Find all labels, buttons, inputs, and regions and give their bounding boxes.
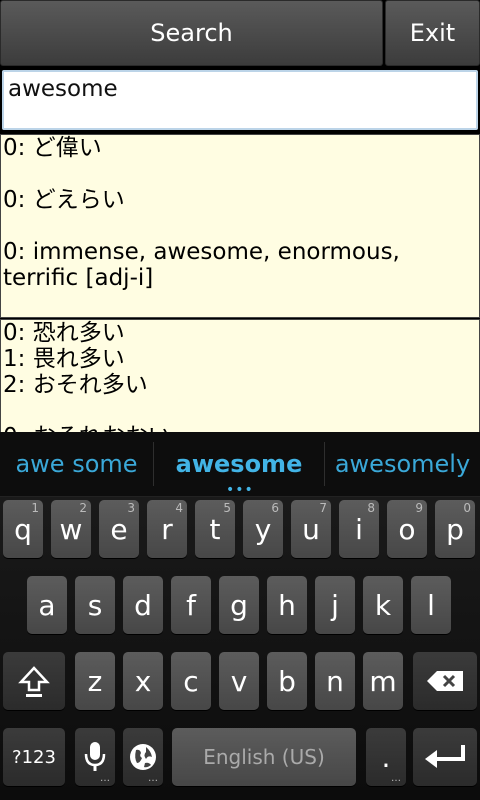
key-j[interactable]: j bbox=[315, 576, 355, 634]
exit-button-label: Exit bbox=[409, 19, 456, 47]
key-r[interactable]: 4r bbox=[147, 500, 187, 558]
key-w[interactable]: 2w bbox=[51, 500, 91, 558]
spacebar[interactable]: English (US) bbox=[172, 728, 356, 786]
key-e[interactable]: 3e bbox=[99, 500, 139, 558]
key-f[interactable]: f bbox=[171, 576, 211, 634]
key-u[interactable]: 7u bbox=[291, 500, 331, 558]
result-card[interactable]: 0: 恐れ多い 1: 畏れ多い 2: おそれ多い 0: おそれおおい bbox=[0, 319, 480, 434]
period-key[interactable]: . … bbox=[366, 728, 406, 786]
symbols-key[interactable]: ?123 bbox=[3, 728, 65, 786]
suggestion-item[interactable]: awe some bbox=[0, 432, 153, 496]
result-line: 0: ど偉い bbox=[3, 135, 102, 161]
key-n[interactable]: n bbox=[315, 652, 355, 710]
result-line: 0: どえらい bbox=[3, 187, 125, 213]
more-suggestions-icon: ••• bbox=[226, 482, 254, 498]
key-o[interactable]: 9o bbox=[387, 500, 427, 558]
result-line: 2: おそれ多い bbox=[3, 372, 148, 398]
search-bar: awesome bbox=[0, 66, 480, 134]
key-a[interactable]: a bbox=[27, 576, 67, 634]
key-m[interactable]: m bbox=[363, 652, 403, 710]
exit-button[interactable]: Exit bbox=[385, 0, 480, 66]
backspace-icon bbox=[427, 671, 463, 691]
key-t[interactable]: 5t bbox=[195, 500, 235, 558]
result-line: 0: 恐れ多い bbox=[3, 320, 125, 346]
key-i[interactable]: 8i bbox=[339, 500, 379, 558]
key-z[interactable]: z bbox=[75, 652, 115, 710]
language-key[interactable]: … bbox=[123, 728, 163, 786]
key-k[interactable]: k bbox=[363, 576, 403, 634]
enter-key[interactable] bbox=[413, 728, 477, 786]
enter-icon bbox=[425, 745, 465, 768]
suggestion-bar: awe some awesome awesomely ••• bbox=[0, 432, 480, 498]
key-p[interactable]: 0p bbox=[435, 500, 475, 558]
voice-input-key[interactable]: … bbox=[75, 728, 115, 786]
globe-icon bbox=[130, 744, 156, 770]
search-input[interactable]: awesome bbox=[2, 70, 478, 130]
key-x[interactable]: x bbox=[123, 652, 163, 710]
key-b[interactable]: b bbox=[267, 652, 307, 710]
backspace-key[interactable] bbox=[413, 652, 477, 710]
search-button[interactable]: Search bbox=[0, 0, 383, 66]
key-d[interactable]: d bbox=[123, 576, 163, 634]
key-y[interactable]: 6y bbox=[243, 500, 283, 558]
key-c[interactable]: c bbox=[171, 652, 211, 710]
shift-icon bbox=[18, 666, 50, 697]
search-button-label: Search bbox=[150, 19, 233, 47]
key-l[interactable]: l bbox=[411, 576, 451, 634]
key-h[interactable]: h bbox=[267, 576, 307, 634]
shift-key[interactable] bbox=[3, 652, 65, 710]
result-line: 0: immense, awesome, enormous, terrific … bbox=[3, 239, 400, 291]
keyboard: awe some awesome awesomely ••• 1q 2w 3e … bbox=[0, 432, 480, 800]
key-v[interactable]: v bbox=[219, 652, 259, 710]
key-g[interactable]: g bbox=[219, 576, 259, 634]
suggestion-item[interactable]: awesomely bbox=[325, 432, 480, 496]
result-line: 1: 畏れ多い bbox=[3, 346, 125, 372]
key-q[interactable]: 1q bbox=[3, 500, 43, 558]
key-s[interactable]: s bbox=[75, 576, 115, 634]
result-card[interactable]: 0: ど偉い 0: どえらい 0: immense, awesome, enor… bbox=[0, 134, 480, 318]
microphone-icon bbox=[84, 742, 106, 771]
